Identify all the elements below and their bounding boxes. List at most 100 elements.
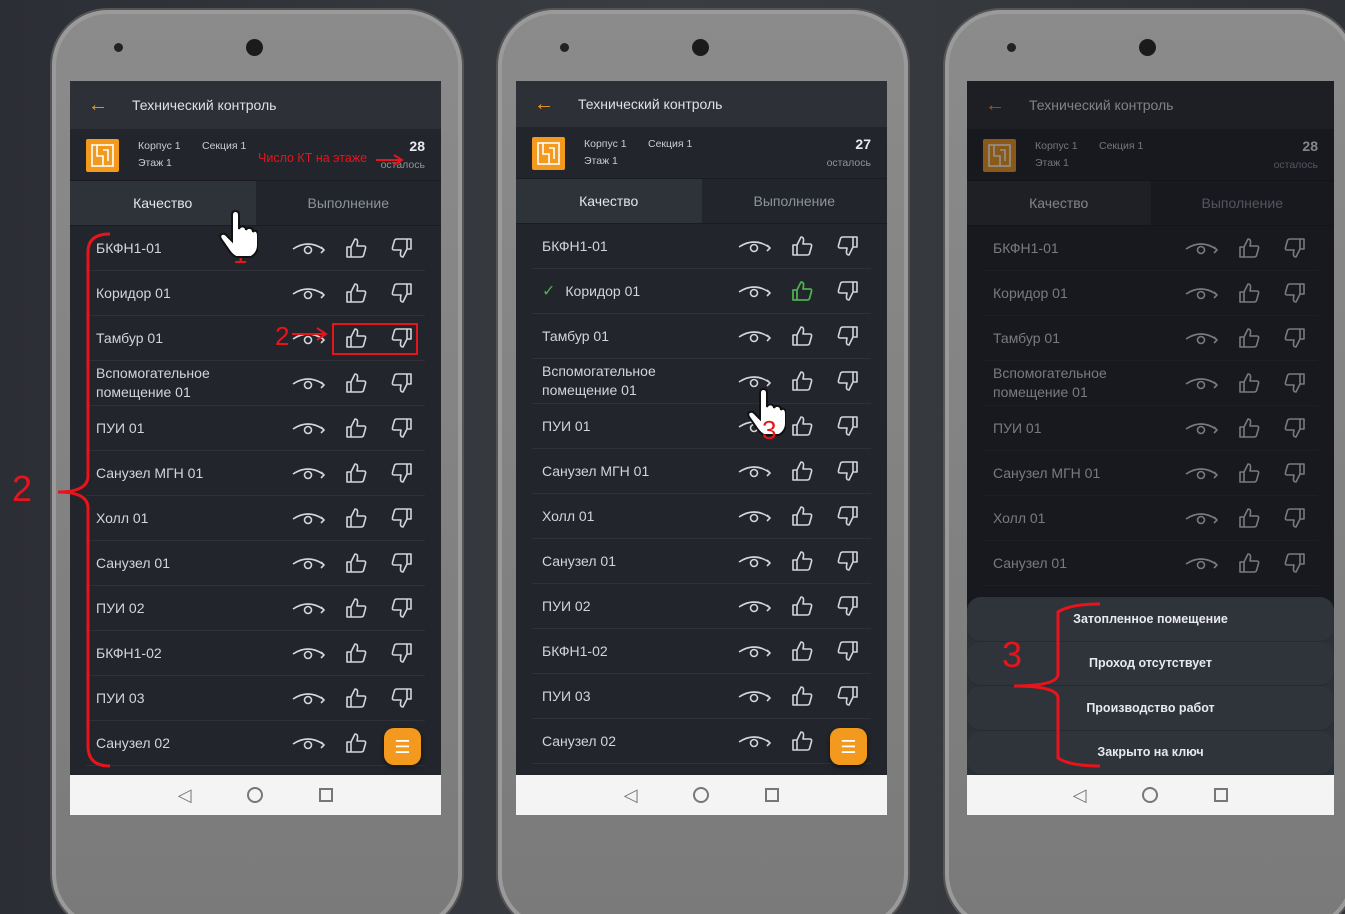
thumb-up-icon[interactable]: [333, 732, 379, 754]
thumb-down-icon[interactable]: [825, 685, 871, 707]
back-arrow-icon[interactable]: ←: [88, 94, 132, 117]
eye-closed-icon[interactable]: [283, 645, 333, 661]
list-item[interactable]: БКФН1-01: [532, 224, 871, 269]
list-item[interactable]: Холл 01: [532, 494, 871, 539]
thumb-down-icon[interactable]: [825, 505, 871, 527]
back-arrow-icon[interactable]: ←: [534, 93, 578, 116]
thumb-down-icon[interactable]: [379, 372, 425, 394]
thumb-down-icon[interactable]: [825, 280, 871, 302]
nav-back-icon[interactable]: ◁: [1073, 785, 1087, 806]
list-item[interactable]: ПУИ 02: [532, 584, 871, 629]
eye-closed-icon[interactable]: [729, 553, 779, 569]
thumb-down-icon[interactable]: [379, 597, 425, 619]
thumb-down-icon[interactable]: [379, 687, 425, 709]
list-item[interactable]: Санузел МГН 01: [86, 451, 425, 496]
nav-recents-icon[interactable]: [319, 788, 334, 802]
thumb-down-icon[interactable]: [825, 325, 871, 347]
list-item[interactable]: ПУИ 01: [86, 406, 425, 451]
thumb-up-icon[interactable]: [779, 685, 825, 707]
list-item[interactable]: Тамбур 01: [532, 314, 871, 359]
eye-closed-icon[interactable]: [729, 463, 779, 479]
eye-closed-icon[interactable]: [729, 508, 779, 524]
thumb-up-icon[interactable]: [779, 730, 825, 752]
thumb-up-icon[interactable]: [779, 505, 825, 527]
eye-closed-icon[interactable]: [729, 688, 779, 704]
nav-recents-icon[interactable]: [1214, 788, 1229, 802]
thumb-up-icon[interactable]: [333, 597, 379, 619]
list-item[interactable]: ✓ Коридор 01: [532, 269, 871, 314]
thumb-up-icon[interactable]: [779, 325, 825, 347]
thumb-up-icon[interactable]: [333, 507, 379, 529]
thumb-up-icon[interactable]: [333, 687, 379, 709]
list-item[interactable]: БКФН1-02: [532, 629, 871, 674]
list-item[interactable]: Санузел МГН 01: [532, 449, 871, 494]
nav-home-icon[interactable]: [693, 787, 710, 803]
list-item[interactable]: ПУИ 03: [86, 676, 425, 721]
eye-closed-icon[interactable]: [729, 283, 779, 299]
list-item[interactable]: ПУИ 01: [532, 404, 871, 449]
eye-closed-icon[interactable]: [283, 375, 333, 391]
list-item[interactable]: Санузел 01: [532, 539, 871, 584]
thumb-up-icon[interactable]: [333, 237, 379, 259]
eye-closed-icon[interactable]: [729, 643, 779, 659]
eye-closed-icon[interactable]: [729, 598, 779, 614]
list-item[interactable]: ПУИ 02: [86, 586, 425, 631]
nav-back-icon[interactable]: ◁: [178, 785, 192, 806]
tab-execution[interactable]: Выполнение: [702, 179, 888, 223]
list-item[interactable]: Санузел 01: [86, 541, 425, 586]
eye-closed-icon[interactable]: [283, 285, 333, 301]
nav-home-icon[interactable]: [1142, 787, 1159, 803]
thumb-down-icon[interactable]: [825, 640, 871, 662]
list-item[interactable]: Вспомогательное помещение 01: [532, 359, 871, 404]
thumb-down-icon[interactable]: [379, 552, 425, 574]
menu-button[interactable]: ☰: [384, 728, 421, 765]
nav-recents-icon[interactable]: [765, 788, 780, 802]
eye-closed-icon[interactable]: [283, 420, 333, 436]
thumb-up-icon[interactable]: [779, 280, 825, 302]
thumb-down-icon[interactable]: [379, 462, 425, 484]
thumb-down-icon[interactable]: [379, 237, 425, 259]
eye-closed-icon[interactable]: [729, 328, 779, 344]
thumb-up-icon[interactable]: [779, 460, 825, 482]
thumb-up-icon[interactable]: [779, 640, 825, 662]
list-item[interactable]: БКФН1-02: [86, 631, 425, 676]
thumb-up-icon[interactable]: [333, 552, 379, 574]
eye-closed-icon[interactable]: [283, 735, 333, 751]
thumb-down-icon[interactable]: [825, 235, 871, 257]
eye-closed-icon[interactable]: [729, 238, 779, 254]
thumb-up-icon[interactable]: [333, 642, 379, 664]
eye-closed-icon[interactable]: [729, 733, 779, 749]
list-item[interactable]: Холл 01: [86, 496, 425, 541]
nav-back-icon[interactable]: ◁: [624, 785, 638, 806]
list-item[interactable]: Санузел 02: [86, 721, 425, 766]
thumb-up-icon[interactable]: [333, 372, 379, 394]
list-item[interactable]: Санузел 02: [532, 719, 871, 764]
eye-closed-icon[interactable]: [283, 690, 333, 706]
nav-home-icon[interactable]: [247, 787, 264, 803]
eye-closed-icon[interactable]: [283, 465, 333, 481]
thumb-up-icon[interactable]: [333, 417, 379, 439]
eye-closed-icon[interactable]: [283, 510, 333, 526]
menu-button[interactable]: ☰: [830, 728, 867, 765]
eye-closed-icon[interactable]: [283, 240, 333, 256]
eye-closed-icon[interactable]: [283, 600, 333, 616]
thumb-down-icon[interactable]: [825, 595, 871, 617]
list-item[interactable]: Тамбур 01: [86, 316, 425, 361]
tab-execution[interactable]: Выполнение: [256, 181, 442, 225]
thumb-up-icon[interactable]: [333, 462, 379, 484]
thumb-down-icon[interactable]: [825, 550, 871, 572]
tab-quality[interactable]: Качество: [516, 179, 702, 223]
thumb-down-icon[interactable]: [379, 642, 425, 664]
thumb-down-icon[interactable]: [379, 417, 425, 439]
thumb-down-icon[interactable]: [825, 460, 871, 482]
list-item[interactable]: ПУИ 03: [532, 674, 871, 719]
thumb-down-icon[interactable]: [825, 415, 871, 437]
thumb-up-icon[interactable]: [333, 282, 379, 304]
thumb-down-icon[interactable]: [825, 370, 871, 392]
list-item[interactable]: Коридор 01: [86, 271, 425, 316]
thumb-up-icon[interactable]: [779, 235, 825, 257]
eye-closed-icon[interactable]: [283, 555, 333, 571]
thumb-up-icon[interactable]: [779, 550, 825, 572]
thumb-down-icon[interactable]: [379, 507, 425, 529]
list-item[interactable]: Вспомогательное помещение 01: [86, 361, 425, 406]
